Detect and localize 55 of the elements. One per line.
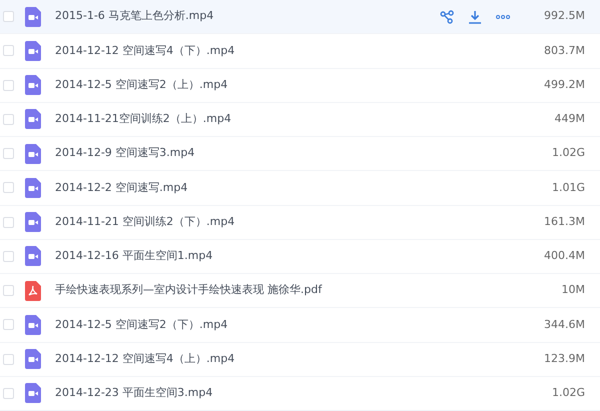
checkbox[interactable] — [3, 250, 14, 262]
file-size: 1.01G — [550, 180, 585, 196]
file-row[interactable]: 2015-1-6 马克笔上色分析.mp4 992.5M — [0, 0, 600, 34]
video-file-icon — [25, 40, 41, 61]
file-size: 400.4M — [543, 248, 585, 264]
checkbox[interactable] — [3, 80, 14, 91]
pdf-file-icon — [25, 280, 41, 301]
file-size: 499.2M — [543, 76, 585, 93]
download-icon[interactable] — [468, 10, 482, 24]
checkbox[interactable] — [3, 114, 14, 125]
more-icon[interactable] — [496, 14, 510, 19]
file-name[interactable]: 2014-11-21空间训练2（上）.mp4 — [55, 111, 232, 128]
video-file-icon — [25, 349, 41, 370]
checkbox[interactable] — [3, 354, 14, 365]
checkbox[interactable] — [3, 285, 14, 296]
file-name[interactable]: 2014-12-5 空间速写2（下）.mp4 — [55, 316, 228, 334]
checkbox[interactable] — [3, 148, 14, 160]
checkbox[interactable] — [3, 319, 14, 330]
video-file-icon — [25, 144, 41, 164]
video-file-icon — [25, 6, 41, 27]
video-file-icon — [25, 212, 41, 232]
file-name[interactable]: 2014-12-16 平面生空间1.mp4 — [55, 248, 213, 265]
file-size: 123.9M — [543, 350, 585, 367]
checkbox[interactable] — [3, 216, 14, 228]
file-size: 1.02G — [550, 145, 585, 162]
file-size: 803.7M — [543, 42, 585, 59]
share-icon[interactable] — [440, 10, 454, 24]
file-name[interactable]: 2014-12-5 空间速写2（上）.mp4 — [55, 76, 228, 94]
video-file-icon — [25, 109, 41, 130]
file-size: 449M — [554, 111, 585, 128]
file-size: 1.02G — [550, 385, 585, 402]
file-name[interactable]: 2014-12-12 空间速写4（上）.mp4 — [55, 350, 235, 368]
file-size: 10M — [560, 282, 585, 298]
checkbox[interactable] — [3, 45, 14, 56]
file-name[interactable]: 2015-1-6 马克笔上色分析.mp4 — [55, 8, 214, 25]
video-file-icon — [25, 75, 41, 96]
video-file-icon — [25, 383, 41, 404]
file-name[interactable]: 2014-11-21 空间训练2（下）.mp4 — [55, 214, 235, 230]
file-name[interactable]: 2014-12-23 平面生空间3.mp4 — [55, 385, 213, 402]
file-size: 161.3M — [543, 214, 585, 230]
file-name[interactable]: 手绘快速表现系列—室内设计手绘快速表现 施徐华.pdf — [55, 282, 322, 299]
file-name[interactable]: 2014-12-9 空间速写3.mp4 — [55, 145, 195, 162]
video-file-icon — [25, 314, 41, 335]
file-size: 344.6M — [543, 316, 585, 333]
video-file-icon — [25, 246, 41, 266]
file-size: 992.5M — [543, 8, 585, 24]
checkbox[interactable] — [3, 388, 14, 399]
checkbox[interactable] — [3, 182, 14, 194]
file-name[interactable]: 2014-12-2 空间速写.mp4 — [55, 180, 188, 196]
file-row[interactable]: 2014-12-12 空间速写4（上）.mp4 123.9M — [0, 342, 600, 377]
video-file-icon — [25, 178, 41, 198]
file-row[interactable]: 2014-12-5 空间速写2（上）.mp4 499.2M — [0, 68, 600, 103]
checkbox[interactable] — [3, 11, 14, 22]
file-name[interactable]: 2014-12-12 空间速写4（下）.mp4 — [55, 42, 235, 60]
file-row[interactable]: 2014-11-21 空间训练2（下）.mp4 161.3M — [0, 206, 600, 240]
